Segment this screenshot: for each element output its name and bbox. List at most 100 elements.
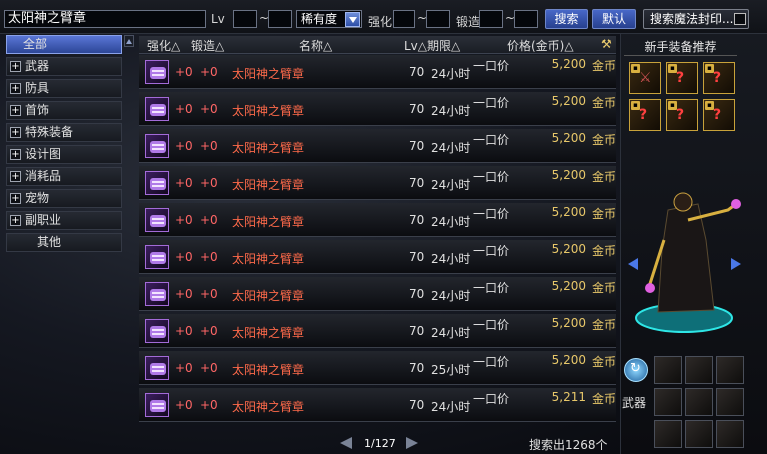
expand-plus-icon[interactable]: + xyxy=(10,105,21,116)
table-row[interactable]: +0 +0 太阳神之臂章 70 24小时 一口价 5,200 金币 xyxy=(139,203,616,237)
table-row[interactable]: +0 +0 太阳神之臂章 70 24小时 一口价 5,200 金币 xyxy=(139,55,616,89)
equip-slot[interactable] xyxy=(716,420,744,448)
armband-item-icon[interactable] xyxy=(145,134,169,158)
strengthen-value: +0 xyxy=(175,176,193,190)
default-button[interactable]: 默认 xyxy=(592,9,636,29)
armband-item-icon[interactable] xyxy=(145,245,169,269)
equip-slot[interactable] xyxy=(685,356,713,384)
expand-plus-icon[interactable]: + xyxy=(10,149,21,160)
refresh-icon[interactable] xyxy=(624,358,648,382)
chevron-down-icon[interactable] xyxy=(345,12,360,27)
recommend-slot[interactable]: ▪? xyxy=(629,99,661,131)
equip-slot[interactable] xyxy=(654,420,682,448)
item-name[interactable]: 太阳神之臂章 xyxy=(232,287,304,304)
table-row[interactable]: +0 +0 太阳神之臂章 70 25小时 一口价 5,200 金币 xyxy=(139,351,616,385)
item-name[interactable]: 太阳神之臂章 xyxy=(232,324,304,341)
recommend-slot[interactable]: ▪ ⚔ xyxy=(629,62,661,94)
item-name[interactable]: 太阳神之臂章 xyxy=(232,361,304,378)
recommend-slot[interactable]: ▪? xyxy=(666,99,698,131)
sort-name-header[interactable]: 名称△ xyxy=(299,37,332,54)
table-row[interactable]: +0 +0 太阳神之臂章 70 24小时 一口价 5,200 金币 xyxy=(139,240,616,274)
item-name[interactable]: 太阳神之臂章 xyxy=(232,65,304,82)
sale-type: 一口价 xyxy=(473,281,510,295)
category-special-equipment[interactable]: + 特殊装备 xyxy=(6,123,122,142)
expand-plus-icon[interactable]: + xyxy=(10,193,21,204)
expand-plus-icon[interactable]: + xyxy=(10,215,21,226)
lv-max-input[interactable] xyxy=(268,10,292,28)
strengthen-value: +0 xyxy=(175,139,193,153)
magic-seal-checkbox[interactable] xyxy=(734,13,746,25)
forge-value: +0 xyxy=(200,250,218,264)
item-name[interactable]: 太阳神之臂章 xyxy=(232,139,304,156)
table-row[interactable]: +0 +0 太阳神之臂章 70 24小时 一口价 5,211 金币 xyxy=(139,388,616,422)
category-sub-profession[interactable]: + 副职业 xyxy=(6,211,122,230)
price-unit: 金币 xyxy=(592,281,617,295)
table-row[interactable]: +0 +0 太阳神之臂章 70 24小时 一口价 5,200 金币 xyxy=(139,92,616,126)
table-row[interactable]: +0 +0 太阳神之臂章 70 24小时 一口价 5,200 金币 xyxy=(139,129,616,163)
forge-min-input[interactable] xyxy=(479,10,503,28)
weapon-tab-label[interactable]: 武器 xyxy=(622,394,646,411)
sort-price-header[interactable]: 价格(金币)△ xyxy=(507,37,574,54)
search-button[interactable]: 搜索 xyxy=(545,9,588,29)
expand-plus-icon[interactable]: + xyxy=(10,83,21,94)
strengthen-min-input[interactable] xyxy=(393,10,415,28)
armband-item-icon[interactable] xyxy=(145,60,169,84)
sort-strengthen-header[interactable]: 强化△ xyxy=(147,37,180,54)
category-blueprint[interactable]: + 设计图 xyxy=(6,145,122,164)
rotate-left-arrow-icon[interactable] xyxy=(628,258,638,270)
equip-slot[interactable] xyxy=(716,388,744,416)
armband-item-icon[interactable] xyxy=(145,319,169,343)
item-name[interactable]: 太阳神之臂章 xyxy=(232,213,304,230)
expand-plus-icon[interactable]: + xyxy=(10,127,21,138)
character-figure-icon xyxy=(635,192,741,333)
sort-lv-period-header[interactable]: Lv△期限△ xyxy=(404,37,460,54)
armband-item-icon[interactable] xyxy=(145,208,169,232)
expand-plus-icon[interactable]: + xyxy=(10,61,21,72)
strengthen-value: +0 xyxy=(175,324,193,338)
recommend-slot[interactable]: ▪? xyxy=(703,99,735,131)
item-level: 70 xyxy=(409,139,425,153)
next-page-arrow-icon[interactable] xyxy=(406,437,418,449)
expand-plus-icon[interactable]: + xyxy=(10,171,21,182)
table-row[interactable]: +0 +0 太阳神之臂章 70 24小时 一口价 5,200 金币 xyxy=(139,166,616,200)
armband-item-icon[interactable] xyxy=(145,393,169,417)
rotate-right-arrow-icon[interactable] xyxy=(731,258,741,270)
equip-slot[interactable] xyxy=(685,420,713,448)
armband-item-icon[interactable] xyxy=(145,356,169,380)
category-accessory[interactable]: + 首饰 xyxy=(6,101,122,120)
armband-item-icon[interactable] xyxy=(145,282,169,306)
equip-slot[interactable] xyxy=(685,388,713,416)
recommend-slot[interactable]: ▪? xyxy=(666,62,698,94)
armband-item-icon[interactable] xyxy=(145,171,169,195)
table-row[interactable]: +0 +0 太阳神之臂章 70 24小时 一口价 5,200 金币 xyxy=(139,314,616,348)
item-level: 70 xyxy=(409,324,425,338)
price-unit: 金币 xyxy=(592,318,617,332)
scroll-up-arrow-icon[interactable] xyxy=(124,35,134,47)
item-name-search-input[interactable]: 太阳神之臂章 xyxy=(4,10,206,28)
item-name[interactable]: 太阳神之臂章 xyxy=(232,176,304,193)
forge-max-input[interactable] xyxy=(514,10,538,28)
forge-value: +0 xyxy=(200,65,218,79)
category-label: 宠物 xyxy=(25,191,50,205)
table-row[interactable]: +0 +0 太阳神之臂章 70 24小时 一口价 5,200 金币 xyxy=(139,277,616,311)
equip-slot[interactable] xyxy=(654,356,682,384)
item-name[interactable]: 太阳神之臂章 xyxy=(232,250,304,267)
equip-slot[interactable] xyxy=(716,356,744,384)
category-other[interactable]: 其他 xyxy=(6,233,122,252)
armband-item-icon[interactable] xyxy=(145,97,169,121)
lv-min-input[interactable] xyxy=(233,10,257,28)
category-label: 武器 xyxy=(25,59,50,73)
category-consumable[interactable]: + 消耗品 xyxy=(6,167,122,186)
category-armor[interactable]: + 防具 xyxy=(6,79,122,98)
recommend-slot[interactable]: ▪? xyxy=(703,62,735,94)
category-weapon[interactable]: + 武器 xyxy=(6,57,122,76)
category-pet[interactable]: + 宠物 xyxy=(6,189,122,208)
prev-page-arrow-icon[interactable] xyxy=(340,437,352,449)
item-name[interactable]: 太阳神之臂章 xyxy=(232,102,304,119)
sort-forge-header[interactable]: 锻造△ xyxy=(191,37,224,54)
item-name[interactable]: 太阳神之臂章 xyxy=(232,398,304,415)
category-all[interactable]: 全部 xyxy=(6,35,122,54)
equip-slot[interactable] xyxy=(654,388,682,416)
price: 5,200 xyxy=(551,353,586,367)
strengthen-max-input[interactable] xyxy=(426,10,450,28)
